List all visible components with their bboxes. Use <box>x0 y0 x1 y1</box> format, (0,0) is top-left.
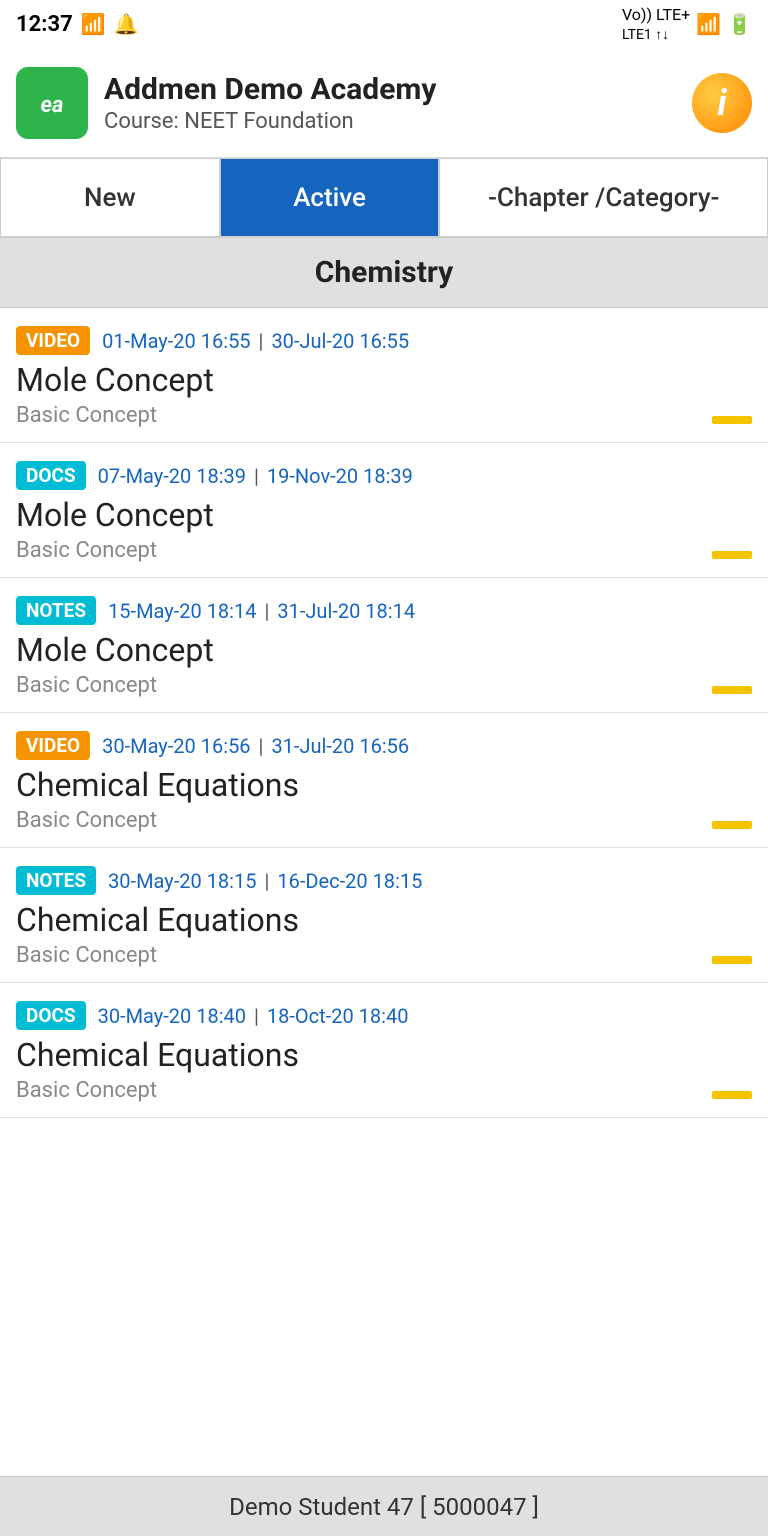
item-indicator <box>712 686 752 694</box>
student-info: Demo Student 47 [ 5000047 ] <box>229 1493 539 1521</box>
date-separator: | <box>265 869 270 893</box>
item-tag: NOTES <box>16 596 96 625</box>
item-tag: DOCS <box>16 1001 86 1030</box>
item-tag: VIDEO <box>16 326 90 355</box>
wifi-icon: 📶 <box>81 12 106 36</box>
list-item[interactable]: DOCS 30-May-20 18:40 | 18-Oct-20 18:40 C… <box>0 983 768 1118</box>
app-logo: ea <box>16 67 88 139</box>
list-item[interactable]: VIDEO 30-May-20 16:56 | 31-Jul-20 16:56 … <box>0 713 768 848</box>
course-subtitle: Course: NEET Foundation <box>104 109 692 134</box>
item-indicator <box>712 551 752 559</box>
date-separator: | <box>265 599 270 623</box>
date-separator: | <box>259 329 264 353</box>
item-dates: 30-May-20 16:56 | 31-Jul-20 16:56 <box>102 734 409 758</box>
item-meta: VIDEO 30-May-20 16:56 | 31-Jul-20 16:56 <box>16 731 752 760</box>
date-separator: | <box>259 734 264 758</box>
time-display: 12:37 <box>16 12 73 37</box>
item-indicator <box>712 956 752 964</box>
item-date-end: 30-Jul-20 16:55 <box>271 329 409 353</box>
item-date-start: 30-May-20 18:40 <box>98 1004 246 1028</box>
item-title: Mole Concept <box>16 361 752 399</box>
section-header: Chemistry <box>0 238 768 308</box>
item-date-start: 01-May-20 16:55 <box>102 329 250 353</box>
date-separator: | <box>254 464 259 488</box>
item-title: Chemical Equations <box>16 766 752 804</box>
logo-letters: ea <box>41 86 64 119</box>
item-date-start: 30-May-20 18:15 <box>108 869 256 893</box>
item-subtitle: Basic Concept <box>16 943 752 968</box>
item-tag: NOTES <box>16 866 96 895</box>
item-meta: NOTES 30-May-20 18:15 | 16-Dec-20 18:15 <box>16 866 752 895</box>
status-bar: 12:37 📶 🔔 Vo)) LTE+LTE1 ↑↓ 📶 🔋 <box>0 0 768 48</box>
item-subtitle: Basic Concept <box>16 808 752 833</box>
notification-icon: 🔔 <box>114 12 139 36</box>
content-list: VIDEO 01-May-20 16:55 | 30-Jul-20 16:55 … <box>0 308 768 1476</box>
item-date-end: 19-Nov-20 18:39 <box>267 464 413 488</box>
item-dates: 15-May-20 18:14 | 31-Jul-20 18:14 <box>108 599 415 623</box>
list-item[interactable]: VIDEO 01-May-20 16:55 | 30-Jul-20 16:55 … <box>0 308 768 443</box>
item-date-end: 16-Dec-20 18:15 <box>277 869 422 893</box>
date-separator: | <box>254 1004 259 1028</box>
item-tag: VIDEO <box>16 731 90 760</box>
signal-bars-icon: 📶 <box>696 12 721 36</box>
item-date-end: 18-Oct-20 18:40 <box>267 1004 409 1028</box>
item-meta: VIDEO 01-May-20 16:55 | 30-Jul-20 16:55 <box>16 326 752 355</box>
item-subtitle: Basic Concept <box>16 538 752 563</box>
item-title: Chemical Equations <box>16 901 752 939</box>
item-indicator <box>712 416 752 424</box>
item-indicator <box>712 1091 752 1099</box>
item-dates: 01-May-20 16:55 | 30-Jul-20 16:55 <box>102 329 409 353</box>
info-button[interactable]: i <box>692 73 752 133</box>
list-item[interactable]: NOTES 15-May-20 18:14 | 31-Jul-20 18:14 … <box>0 578 768 713</box>
item-dates: 07-May-20 18:39 | 19-Nov-20 18:39 <box>98 464 413 488</box>
tab-new[interactable]: New <box>0 158 220 237</box>
footer-bar: Demo Student 47 [ 5000047 ] <box>0 1476 768 1536</box>
item-meta: DOCS 30-May-20 18:40 | 18-Oct-20 18:40 <box>16 1001 752 1030</box>
item-dates: 30-May-20 18:40 | 18-Oct-20 18:40 <box>98 1004 409 1028</box>
item-date-start: 30-May-20 16:56 <box>102 734 250 758</box>
item-date-end: 31-Jul-20 16:56 <box>271 734 409 758</box>
item-subtitle: Basic Concept <box>16 1078 752 1103</box>
list-item[interactable]: NOTES 30-May-20 18:15 | 16-Dec-20 18:15 … <box>0 848 768 983</box>
item-meta: DOCS 07-May-20 18:39 | 19-Nov-20 18:39 <box>16 461 752 490</box>
item-title: Mole Concept <box>16 631 752 669</box>
item-title: Mole Concept <box>16 496 752 534</box>
app-header: ea Addmen Demo Academy Course: NEET Foun… <box>0 48 768 158</box>
app-title: Addmen Demo Academy <box>104 72 692 107</box>
signal-text: Vo)) LTE+LTE1 ↑↓ <box>622 5 690 43</box>
item-subtitle: Basic Concept <box>16 673 752 698</box>
status-right-area: Vo)) LTE+LTE1 ↑↓ 📶 🔋 <box>622 5 752 43</box>
tab-active[interactable]: Active <box>220 158 440 237</box>
battery-icon: 🔋 <box>727 12 752 36</box>
tab-bar: New Active -Chapter /Category- <box>0 158 768 238</box>
item-subtitle: Basic Concept <box>16 403 752 428</box>
item-tag: DOCS <box>16 461 86 490</box>
list-item[interactable]: DOCS 07-May-20 18:39 | 19-Nov-20 18:39 M… <box>0 443 768 578</box>
header-text-area: Addmen Demo Academy Course: NEET Foundat… <box>104 72 692 134</box>
item-date-start: 07-May-20 18:39 <box>98 464 246 488</box>
status-time-area: 12:37 📶 🔔 <box>16 12 139 37</box>
item-date-end: 31-Jul-20 18:14 <box>277 599 415 623</box>
item-meta: NOTES 15-May-20 18:14 | 31-Jul-20 18:14 <box>16 596 752 625</box>
item-title: Chemical Equations <box>16 1036 752 1074</box>
item-date-start: 15-May-20 18:14 <box>108 599 256 623</box>
item-indicator <box>712 821 752 829</box>
tab-category[interactable]: -Chapter /Category- <box>439 158 768 237</box>
item-dates: 30-May-20 18:15 | 16-Dec-20 18:15 <box>108 869 422 893</box>
info-icon: i <box>717 82 726 124</box>
